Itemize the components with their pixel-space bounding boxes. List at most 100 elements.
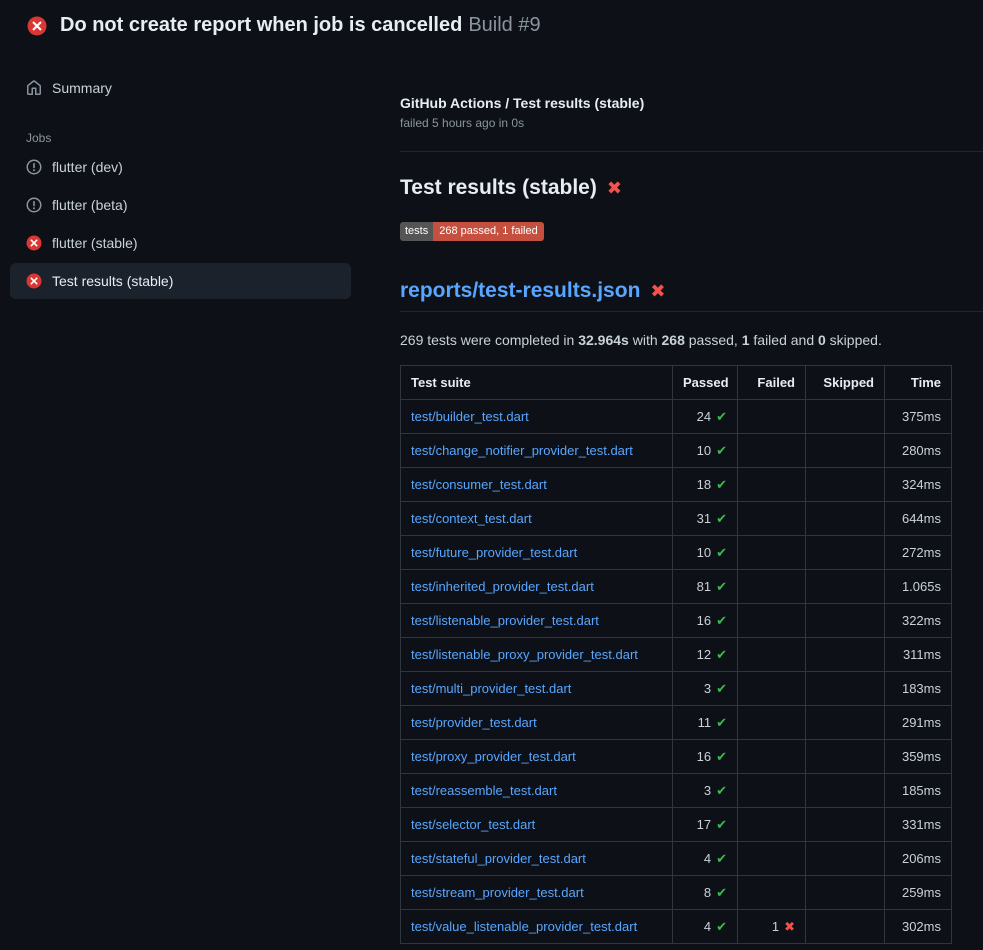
badge-value: 268 passed, 1 failed: [433, 222, 543, 241]
stat-value: 11: [698, 715, 712, 730]
main-content: GitHub Actions / Test results (stable) f…: [400, 51, 983, 944]
check-icon: ✔: [716, 613, 727, 628]
summary-text: failed and: [750, 332, 819, 348]
x-icon: ✖: [784, 919, 795, 934]
suite-link[interactable]: test/proxy_provider_test.dart: [411, 749, 576, 764]
table-row: test/reassemble_test.dart3✔185ms: [401, 774, 952, 808]
stat-value: 24: [697, 409, 711, 424]
header: Do not create report when job is cancell…: [0, 0, 983, 51]
stat-cell: [738, 638, 806, 672]
stat-cell: [738, 740, 806, 774]
suite-link[interactable]: test/future_provider_test.dart: [411, 545, 577, 560]
sidebar-item-summary[interactable]: Summary: [10, 71, 351, 105]
stat-value: 12: [697, 647, 711, 662]
time-cell: 311ms: [885, 638, 952, 672]
suite-link[interactable]: test/selector_test.dart: [411, 817, 535, 832]
suite-link[interactable]: test/provider_test.dart: [411, 715, 537, 730]
check-icon: ✔: [716, 919, 727, 934]
summary-text: with: [629, 332, 662, 348]
stat-cell: [806, 536, 885, 570]
suite-cell: test/listenable_provider_test.dart: [401, 604, 673, 638]
suite-link[interactable]: test/change_notifier_provider_test.dart: [411, 443, 633, 458]
sidebar-item-job[interactable]: flutter (stable): [10, 225, 351, 261]
time-cell: 259ms: [885, 876, 952, 910]
check-icon: ✔: [716, 409, 727, 424]
table-header-row: Test suite Passed Failed Skipped Time: [401, 366, 952, 400]
table-row: test/multi_provider_test.dart3✔183ms: [401, 672, 952, 706]
stat-cell: [738, 876, 806, 910]
suite-cell: test/provider_test.dart: [401, 706, 673, 740]
stat-value: 4: [704, 919, 711, 934]
suite-link[interactable]: test/stateful_provider_test.dart: [411, 851, 586, 866]
sidebar-item-job[interactable]: flutter (beta): [10, 187, 351, 223]
suite-cell: test/context_test.dart: [401, 502, 673, 536]
suite-link[interactable]: test/inherited_provider_test.dart: [411, 579, 594, 594]
stat-cell: [806, 808, 885, 842]
table-row: test/provider_test.dart11✔291ms: [401, 706, 952, 740]
stat-cell: [738, 502, 806, 536]
tests-badge: tests 268 passed, 1 failed: [400, 222, 544, 241]
table-row: test/proxy_provider_test.dart16✔359ms: [401, 740, 952, 774]
stat-cell: 81✔: [673, 570, 738, 604]
suite-link[interactable]: test/context_test.dart: [411, 511, 532, 526]
summary-label: Summary: [52, 80, 112, 96]
stat-cell: 31✔: [673, 502, 738, 536]
suite-link[interactable]: test/multi_provider_test.dart: [411, 681, 571, 696]
divider: [400, 151, 983, 152]
summary-skipped-count: 0: [818, 332, 826, 348]
summary-passed-count: 268: [662, 332, 685, 348]
alert-circle-icon: [26, 159, 42, 175]
suite-link[interactable]: test/builder_test.dart: [411, 409, 529, 424]
stat-value: 18: [697, 477, 711, 492]
col-header-time: Time: [885, 366, 952, 400]
stat-value: 3: [704, 783, 711, 798]
stat-value: 17: [697, 817, 711, 832]
stat-cell: [806, 604, 885, 638]
suite-cell: test/stateful_provider_test.dart: [401, 842, 673, 876]
sidebar-item-job[interactable]: Test results (stable): [10, 263, 351, 299]
stat-cell: 10✔: [673, 536, 738, 570]
stat-value: 81: [697, 579, 711, 594]
suite-cell: test/selector_test.dart: [401, 808, 673, 842]
time-cell: 324ms: [885, 468, 952, 502]
time-cell: 272ms: [885, 536, 952, 570]
table-row: test/stateful_provider_test.dart4✔206ms: [401, 842, 952, 876]
suite-cell: test/multi_provider_test.dart: [401, 672, 673, 706]
suite-link[interactable]: test/value_listenable_provider_test.dart: [411, 919, 637, 934]
suite-link[interactable]: test/reassemble_test.dart: [411, 783, 557, 798]
table-row: test/change_notifier_provider_test.dart1…: [401, 434, 952, 468]
suite-link[interactable]: test/stream_provider_test.dart: [411, 885, 584, 900]
table-row: test/value_listenable_provider_test.dart…: [401, 910, 952, 944]
suite-cell: test/builder_test.dart: [401, 400, 673, 434]
stat-cell: [738, 434, 806, 468]
stat-value: 16: [697, 749, 711, 764]
stat-value: 4: [704, 851, 711, 866]
stat-cell: 18✔: [673, 468, 738, 502]
job-label: flutter (stable): [52, 235, 138, 251]
stat-cell: [806, 672, 885, 706]
stat-cell: [738, 468, 806, 502]
jobs-section-label: Jobs: [26, 131, 351, 145]
check-icon: ✔: [716, 681, 727, 696]
stat-cell: 17✔: [673, 808, 738, 842]
report-link[interactable]: reports/test-results.json: [400, 279, 640, 303]
suite-cell: test/change_notifier_provider_test.dart: [401, 434, 673, 468]
stat-cell: [806, 774, 885, 808]
suite-cell: test/proxy_provider_test.dart: [401, 740, 673, 774]
stat-cell: [738, 672, 806, 706]
stat-cell: 24 ✔: [673, 400, 738, 434]
suite-cell: test/listenable_proxy_provider_test.dart: [401, 638, 673, 672]
check-icon: ✔: [716, 511, 727, 526]
stat-cell: [806, 434, 885, 468]
suite-link[interactable]: test/consumer_test.dart: [411, 477, 547, 492]
check-icon: ✔: [716, 545, 727, 560]
suite-link[interactable]: test/listenable_provider_test.dart: [411, 613, 599, 628]
run-title: Do not create report when job is cancell…: [60, 14, 462, 36]
section-title-text: Test results (stable): [400, 176, 597, 200]
stat-cell: [806, 842, 885, 876]
x-circle-icon: [26, 273, 42, 289]
check-icon: ✔: [716, 885, 727, 900]
badge-label: tests: [400, 222, 433, 241]
suite-link[interactable]: test/listenable_proxy_provider_test.dart: [411, 647, 638, 662]
sidebar-item-job[interactable]: flutter (dev): [10, 149, 351, 185]
